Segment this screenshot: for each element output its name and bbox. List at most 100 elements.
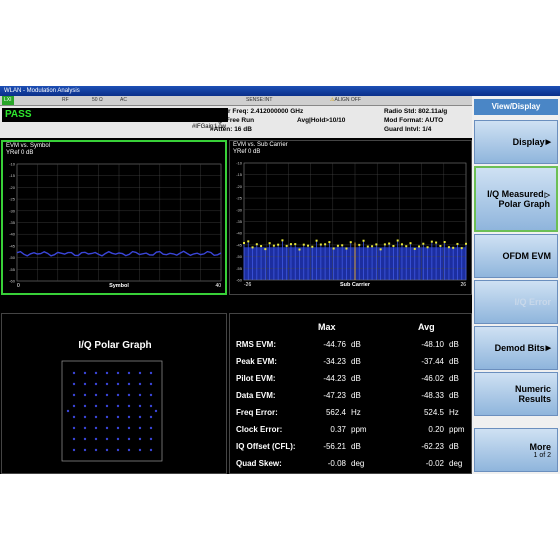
subcarrier-marker — [383, 243, 386, 246]
y-tick-label: -35 — [9, 220, 16, 225]
subcarrier-marker — [426, 246, 429, 249]
subcarrier-marker — [405, 245, 408, 248]
y-tick-label: -60 — [9, 279, 16, 284]
numeric-results-panel[interactable]: Max Avg RMS EVM: -44.76 dB -48.10 dB Peak EVM… — [229, 313, 472, 474]
more-softkey[interactable]: More 1 of 2 — [474, 428, 558, 472]
subcarrier-marker — [418, 245, 421, 248]
y-tick-label: -15 — [9, 173, 16, 178]
subcarrier-marker — [422, 242, 425, 245]
result-label: Peak EVM: — [236, 357, 277, 366]
lxi-badge: LXI — [2, 96, 14, 105]
constellation-point — [149, 382, 153, 386]
pass-indicator-box: PASS — [2, 108, 228, 122]
result-max-value: -56.21 — [323, 442, 346, 451]
result-max-unit: Hz — [351, 408, 361, 417]
subcarrier-marker — [362, 239, 365, 242]
result-avg-value: -48.10 — [421, 340, 444, 349]
evm-symbol-plot: -10 -15 -20 -25 -30 -35 -40 -45 -50 -55 -600 40 Symb… — [9, 162, 222, 289]
subcarrier-marker — [324, 243, 327, 246]
constellation-point — [116, 426, 120, 430]
result-row: Peak EVM: -34.23 dB -37.44 dB — [230, 357, 473, 369]
constellation-point — [116, 371, 120, 375]
subcarrier-marker — [413, 247, 416, 250]
result-max-value: 0.37 — [330, 425, 346, 434]
subcarrier-marker — [302, 243, 305, 246]
y-tick-label: -35 — [236, 219, 243, 224]
result-row: IQ Offset (CFL): -56.21 dB -62.23 dB — [230, 442, 473, 454]
constellation-point — [127, 426, 131, 430]
result-row: Quad Skew: -0.08 deg -0.02 deg — [230, 459, 473, 471]
if-gain-label: #IFGain:Low — [191, 124, 226, 130]
x-min-label: -26 — [244, 282, 251, 288]
constellation-point — [105, 382, 109, 386]
subcarrier-marker — [366, 245, 369, 248]
constellation-point — [127, 371, 131, 375]
numeric-results-softkey[interactable]: Numeric Results — [474, 372, 558, 416]
constellation-point — [94, 371, 98, 375]
submenu-arrow-icon: ▶ — [545, 139, 551, 146]
result-label: RMS EVM: — [236, 340, 276, 349]
result-row: Clock Error: 0.37 ppm 0.20 ppm — [230, 425, 473, 437]
constellation-point — [116, 448, 120, 452]
y-tick-label: -45 — [236, 242, 243, 247]
constellation-point — [83, 437, 87, 441]
impedance-label: 50 Ω — [92, 97, 103, 103]
y-tick-label: -25 — [9, 197, 16, 202]
subcarrier-marker — [285, 244, 288, 247]
y-tick-label: -30 — [9, 208, 16, 213]
iq-error-softkey[interactable]: I/Q Error — [474, 280, 558, 324]
subcarrier-marker — [456, 242, 459, 245]
subcarrier-marker — [268, 242, 271, 245]
y-tick-label: -40 — [9, 232, 16, 237]
constellation-point — [105, 393, 109, 397]
subcarrier-marker — [277, 243, 280, 246]
y-tick-label: -60 — [236, 278, 243, 283]
subcarrier-marker — [281, 239, 284, 242]
y-tick-label: -50 — [236, 254, 243, 259]
iq-polar-panel[interactable]: I/Q Polar Graph — [1, 313, 227, 474]
result-avg-unit: Hz — [449, 408, 459, 417]
align-label: ⚠ALIGN OFF — [330, 97, 361, 103]
submenu-arrow-icon: ▷ — [544, 192, 550, 199]
constellation-point — [83, 415, 87, 419]
result-max-unit: deg — [351, 459, 365, 468]
status-bar: LXI RF 50 Ω AC SENSE:INT ⚠ALIGN OFF — [0, 96, 472, 106]
subcarrier-marker — [311, 245, 314, 248]
constellation-point — [72, 426, 76, 430]
result-label: Pilot EVM: — [236, 374, 276, 383]
pilot-point — [66, 409, 70, 413]
display-softkey[interactable]: Display ▶ — [474, 120, 558, 164]
constellation-point — [72, 393, 76, 397]
sense-label: SENSE:INT — [246, 97, 273, 103]
ofdm-evm-softkey[interactable]: OFDM EVM — [474, 234, 558, 278]
evm-vs-subcarrier-panel[interactable]: EVM vs. Sub Carrier YRef 0 dB -10 -15 -20-… — [229, 140, 472, 295]
constellation-point — [72, 371, 76, 375]
result-row: Data EVM: -47.23 dB -48.33 dB — [230, 391, 473, 403]
col-max-header: Max — [318, 322, 336, 332]
result-avg-value: -0.02 — [425, 459, 444, 468]
constellation-point — [116, 382, 120, 386]
y-tick-label: -55 — [9, 267, 16, 272]
y-tick-label: -20 — [236, 184, 243, 189]
evm-vs-symbol-panel[interactable]: EVM vs. Symbol YRef 0 dB -10 -15 -20 -25 -30… — [1, 140, 227, 295]
iq-polar-graph-softkey[interactable]: I/Q Measured▷ Polar Graph — [474, 166, 558, 232]
result-max-value: -44.23 — [323, 374, 346, 383]
subcarrier-marker — [400, 243, 403, 246]
subcarrier-marker — [255, 243, 258, 246]
constellation-point — [116, 404, 120, 408]
result-avg-unit: dB — [449, 340, 459, 349]
constellation-point — [72, 448, 76, 452]
constellation-point — [94, 393, 98, 397]
y-tick-label: -20 — [9, 185, 16, 190]
demod-bits-softkey[interactable]: Demod Bits ▶ — [474, 326, 558, 370]
evm-subcarrier-plot: -10 -15 -20 -25 -30 -35 -40 -45 -50 -55 -60-26 26 Su… — [236, 161, 467, 288]
constellation-point — [105, 415, 109, 419]
subcarrier-marker — [388, 242, 391, 245]
measurement-info-bar: PASS #IFGain:Low Center Freq: 2.41200000… — [0, 106, 472, 138]
subcarrier-marker — [439, 244, 442, 247]
subcarrier-marker — [392, 244, 395, 247]
result-max-unit: dB — [351, 391, 361, 400]
constellation-point — [127, 393, 131, 397]
submenu-arrow-icon: ▶ — [545, 345, 551, 352]
result-max-unit: dB — [351, 340, 361, 349]
